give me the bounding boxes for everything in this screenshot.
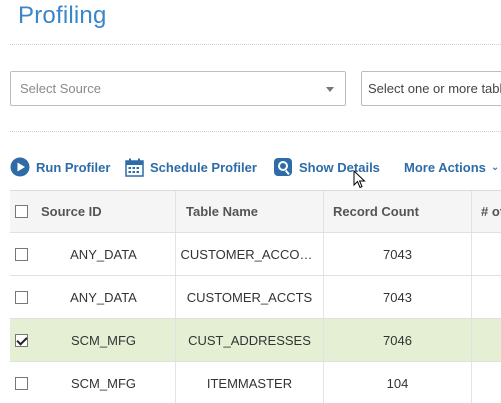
tables-multiselect[interactable]: Select one or more tabl bbox=[361, 71, 501, 106]
column-header-more[interactable]: # of bbox=[472, 191, 501, 232]
more-cell bbox=[472, 276, 501, 318]
filters-divider bbox=[10, 131, 501, 132]
more-cell bbox=[472, 319, 501, 361]
record-count-cell: 104 bbox=[324, 362, 472, 403]
more-cell bbox=[472, 233, 501, 275]
record-count-cell: 7043 bbox=[324, 233, 472, 275]
details-magnifier-icon bbox=[274, 158, 292, 176]
table-name-cell: CUSTOMER_ACCOU... bbox=[180, 246, 319, 262]
table-row[interactable]: SCM_MFG CUST_ADDRESSES 7046 bbox=[10, 319, 501, 362]
show-details-label: Show Details bbox=[299, 159, 380, 175]
source-id-cell: ANY_DATA bbox=[32, 276, 176, 318]
tables-select-placeholder: Select one or more tabl bbox=[368, 81, 501, 96]
more-actions-label: More Actions bbox=[404, 159, 486, 175]
chevron-down-icon bbox=[326, 87, 334, 92]
table-row[interactable]: ANY_DATA CUSTOMER_ACCTS 7043 bbox=[10, 276, 501, 319]
play-icon bbox=[10, 157, 30, 177]
row-checkbox[interactable] bbox=[14, 333, 28, 347]
schedule-profiler-button[interactable]: Schedule Profiler bbox=[125, 154, 257, 180]
table-name-cell: CUSTOMER_ACCTS bbox=[186, 289, 313, 305]
source-id-cell: SCM_MFG bbox=[32, 319, 176, 361]
source-select-placeholder: Select Source bbox=[20, 81, 101, 96]
mouse-pointer-icon bbox=[353, 170, 366, 189]
more-cell bbox=[472, 362, 501, 403]
schedule-profiler-label: Schedule Profiler bbox=[150, 159, 257, 175]
action-toolbar: Run Profiler Schedule Profiler Show Deta… bbox=[10, 154, 501, 180]
page-title: Profiling bbox=[18, 2, 107, 29]
run-profiler-button[interactable]: Run Profiler bbox=[10, 154, 110, 180]
row-checkbox[interactable] bbox=[14, 376, 28, 390]
row-checkbox[interactable] bbox=[14, 290, 28, 304]
calendar-icon bbox=[125, 158, 144, 177]
run-profiler-label: Run Profiler bbox=[36, 159, 111, 175]
table-row[interactable]: ANY_DATA CUSTOMER_ACCOU... 7043 bbox=[10, 233, 501, 276]
table-name-cell: ITEMMASTER bbox=[206, 375, 293, 391]
source-id-cell: SCM_MFG bbox=[32, 362, 176, 403]
title-divider bbox=[10, 44, 501, 45]
record-count-cell: 7046 bbox=[324, 319, 472, 361]
table-name-cell: CUST_ADDRESSES bbox=[188, 332, 311, 348]
select-all-checkbox[interactable] bbox=[14, 205, 28, 218]
source-id-cell: ANY_DATA bbox=[32, 233, 176, 275]
source-select[interactable]: Select Source bbox=[10, 71, 346, 106]
column-header-source-id[interactable]: Source ID bbox=[32, 191, 176, 232]
chevron-down-icon: ⌄ bbox=[490, 161, 500, 173]
record-count-cell: 7043 bbox=[324, 276, 472, 318]
profiling-grid: Source ID Table Name Record Count # of A… bbox=[10, 190, 501, 403]
column-header-record-count[interactable]: Record Count bbox=[324, 191, 472, 232]
more-actions-dropdown[interactable]: More Actions ⌄ bbox=[404, 154, 499, 180]
column-header-table-name[interactable]: Table Name bbox=[176, 191, 324, 232]
table-row[interactable]: SCM_MFG ITEMMASTER 104 bbox=[10, 362, 501, 403]
grid-header-row: Source ID Table Name Record Count # of bbox=[10, 191, 501, 233]
row-checkbox[interactable] bbox=[14, 247, 28, 261]
